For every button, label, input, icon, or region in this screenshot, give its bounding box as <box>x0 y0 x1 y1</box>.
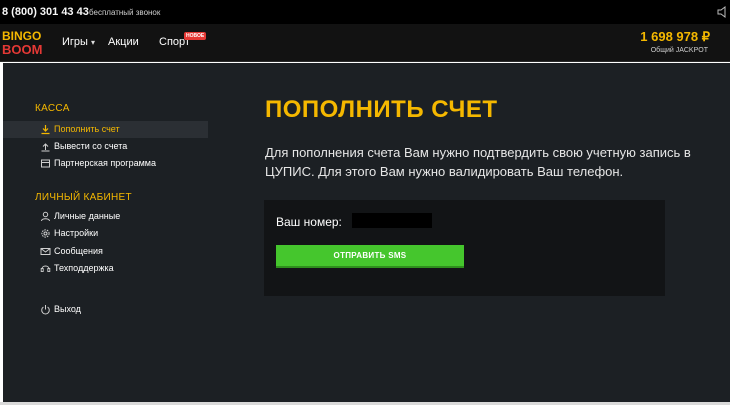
sidebar-item-label: Личные данные <box>54 211 121 221</box>
sidebar-item-support[interactable]: Техподдержка <box>3 260 208 277</box>
sidebar-item-withdraw[interactable]: Вывести со счета <box>3 138 208 155</box>
sidebar-item-deposit[interactable]: Пополнить счет <box>3 121 208 138</box>
sidebar-item-label: Настройки <box>54 228 99 238</box>
support-icon <box>40 263 51 274</box>
gear-icon <box>40 228 51 239</box>
svg-text:BOOM: BOOM <box>2 42 42 57</box>
deposit-icon <box>40 124 51 135</box>
sidebar-item-label: Вывести со счета <box>54 141 128 151</box>
send-sms-button[interactable]: ОТПРАВИТЬ SMS <box>276 245 464 268</box>
user-icon <box>40 211 51 222</box>
sidebar-item-partner[interactable]: Партнерская программа <box>3 155 208 172</box>
cabinet-section-title: ЛИЧНЫЙ КАБИНЕТ <box>35 192 132 203</box>
phone-bar: 8 (800) 301 43 43 бесплатный звонок <box>0 0 730 24</box>
sidebar-item-messages[interactable]: Сообщения <box>3 243 208 260</box>
jackpot-amount: 1 698 978 ₽ <box>640 29 710 44</box>
sidebar-item-label: Пополнить счет <box>54 124 120 134</box>
new-badge: НОВОЕ <box>184 32 207 40</box>
bingo-boom-logo[interactable]: BINGO BOOM <box>2 28 46 58</box>
power-icon <box>40 304 51 315</box>
page-title: ПОПОЛНИТЬ СЧЕТ <box>265 96 498 123</box>
sidebar-item-label: Партнерская программа <box>54 158 156 168</box>
phone-number[interactable]: 8 (800) 301 43 43 <box>2 6 89 18</box>
speaker-icon[interactable] <box>716 5 730 19</box>
withdraw-icon <box>40 141 51 152</box>
sidebar-item-personal-data[interactable]: Личные данные <box>3 208 208 225</box>
deposit-description: Для пополнения счета Вам нужно подтверди… <box>265 145 691 179</box>
sidebar-item-label: Сообщения <box>54 246 103 256</box>
sidebar-item-settings[interactable]: Настройки <box>3 225 208 242</box>
chevron-down-icon: ▾ <box>90 38 95 47</box>
phone-verification-panel: Ваш номер: ОТПРАВИТЬ SMS <box>264 200 665 296</box>
partner-icon <box>40 158 51 169</box>
svg-text:BINGO: BINGO <box>2 29 41 43</box>
nav-actions[interactable]: Акции <box>108 36 139 48</box>
kassa-section-title: КАССА <box>35 103 70 114</box>
sidebar-item-logout[interactable]: Выход <box>3 301 208 318</box>
nav-games-label: Игры <box>62 36 88 48</box>
app-frame: 8 (800) 301 43 43 бесплатный звонок BING… <box>0 0 730 405</box>
sidebar-item-label: Техподдержка <box>54 263 114 273</box>
nav-games[interactable]: Игры ▾ <box>62 36 95 48</box>
mail-icon <box>40 246 51 257</box>
jackpot-label: Общий JACKPOT <box>650 47 708 54</box>
phone-number-label: Ваш номер: <box>276 215 342 229</box>
phone-number-value <box>352 213 432 228</box>
main-content: КАССА Пополнить счет Вывести со счета Па… <box>3 63 730 402</box>
site-header: BINGO BOOM Игры ▾ Акции Спорт НОВОЕ 1 698… <box>0 24 730 62</box>
free-call-label: бесплатный звонок <box>89 8 161 17</box>
sidebar-item-label: Выход <box>54 304 81 314</box>
